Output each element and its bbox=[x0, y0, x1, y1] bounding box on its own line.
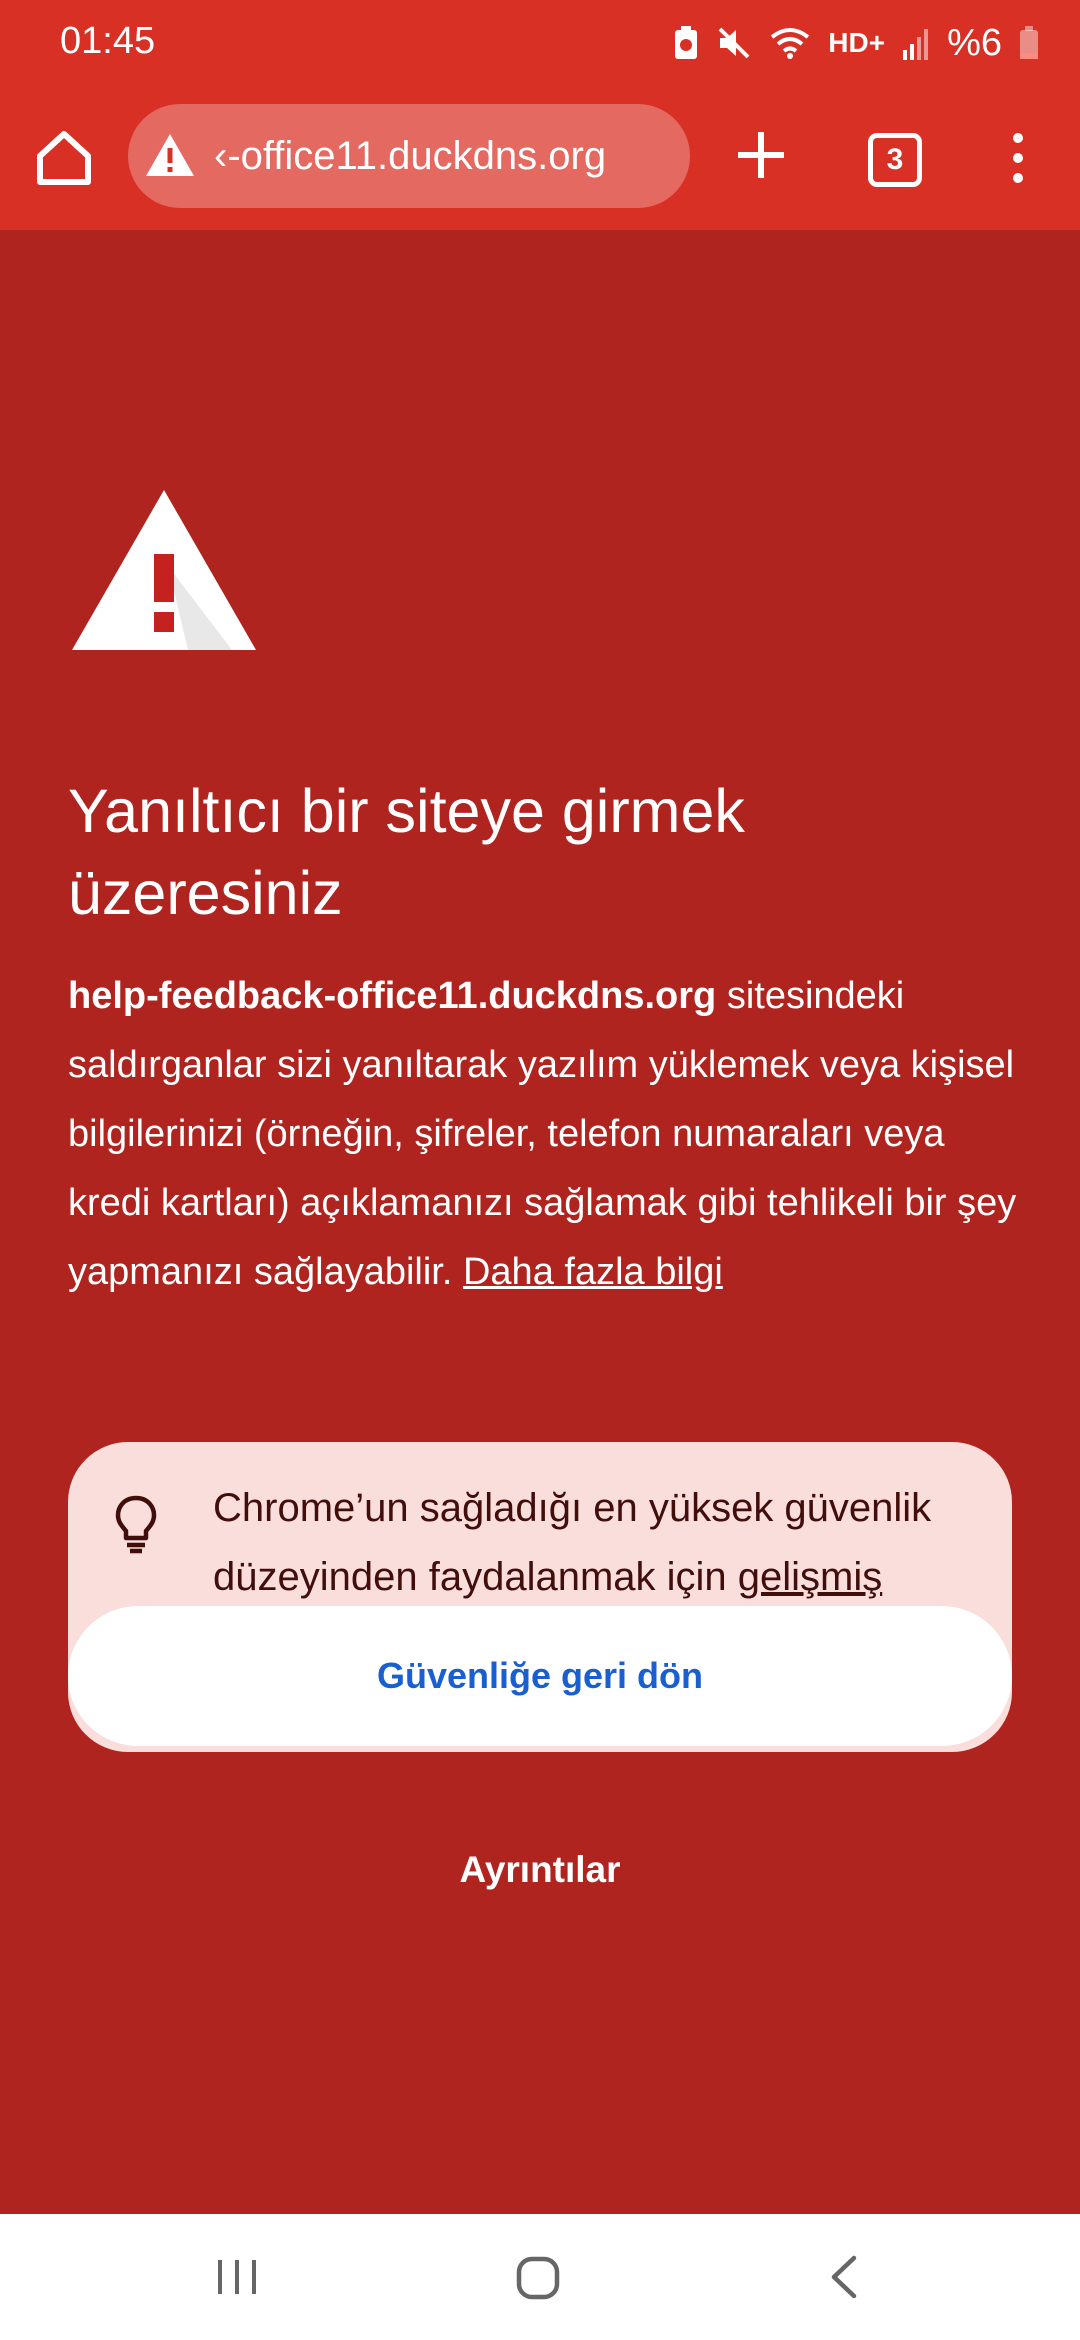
home-nav-icon[interactable] bbox=[514, 2254, 562, 2302]
mute-icon bbox=[718, 27, 750, 59]
wifi-icon bbox=[771, 28, 810, 59]
learn-more-link[interactable]: Daha fazla bilgi bbox=[463, 1251, 723, 1293]
warning-icon[interactable] bbox=[144, 130, 196, 182]
battery-saver-icon bbox=[675, 26, 698, 59]
status-time: 01:45 bbox=[60, 20, 156, 62]
browser-toolbar: ‹-office11.duckdns.org 3 bbox=[0, 88, 1080, 230]
signal-icon bbox=[903, 29, 929, 60]
status-bar: 01:45 HD+ %6 bbox=[0, 0, 1080, 88]
description-text: sitesindeki saldırganlar sizi yanıltarak… bbox=[68, 975, 1017, 1293]
home-icon[interactable] bbox=[30, 124, 98, 192]
recent-apps-icon[interactable] bbox=[214, 2254, 260, 2300]
details-button[interactable]: Ayrıntılar bbox=[340, 1830, 740, 1910]
system-nav-bar bbox=[0, 2214, 1080, 2340]
large-warning-icon bbox=[72, 490, 256, 650]
warning-description: help-feedback-office11.duckdns.org sites… bbox=[68, 962, 1018, 1307]
plus-icon[interactable] bbox=[730, 124, 792, 186]
status-icons: HD+ %6 bbox=[672, 18, 1040, 68]
more-menu-icon[interactable] bbox=[1000, 130, 1036, 186]
lightbulb-icon bbox=[115, 1495, 157, 1554]
interstitial-page: Yanıltıcı bir siteye girmek üzeresiniz h… bbox=[0, 230, 1080, 2214]
url-text: ‹-office11.duckdns.org bbox=[214, 133, 607, 178]
site-name: help-feedback-office11.duckdns.org bbox=[68, 975, 717, 1017]
back-to-safety-button[interactable]: Güvenliğe geri dön bbox=[68, 1606, 1012, 1746]
back-nav-icon[interactable] bbox=[826, 2252, 862, 2302]
battery-percent: %6 bbox=[947, 21, 1002, 64]
network-type: HD+ bbox=[828, 27, 886, 58]
page-title: Yanıltıcı bir siteye girmek üzeresiniz bbox=[68, 777, 745, 927]
address-bar[interactable]: ‹-office11.duckdns.org bbox=[128, 104, 690, 208]
tab-switcher-button[interactable]: 3 bbox=[868, 133, 922, 187]
battery-icon bbox=[1020, 26, 1038, 59]
